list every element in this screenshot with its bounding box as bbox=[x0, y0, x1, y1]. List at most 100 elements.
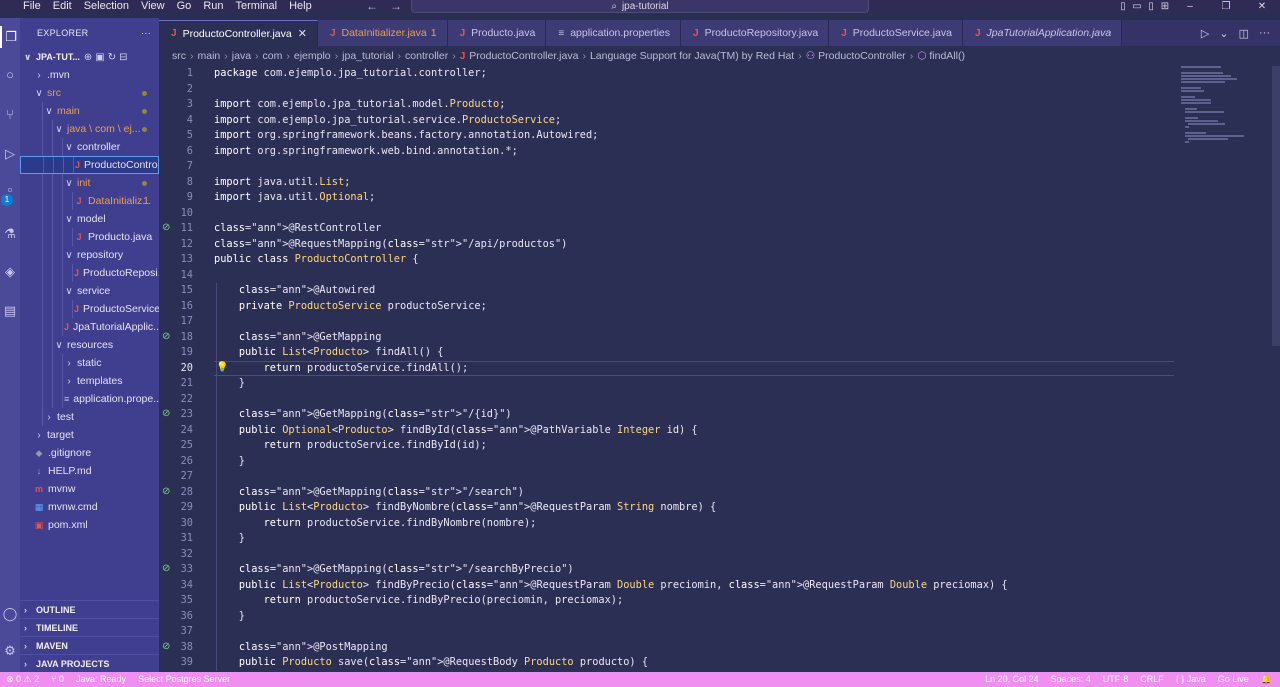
status-item[interactable]: Go Live bbox=[1218, 674, 1249, 685]
explorer-icon[interactable]: ❐ bbox=[0, 26, 20, 48]
refresh-icon[interactable]: ↻ bbox=[108, 52, 119, 63]
source-control-icon[interactable]: ⑂ bbox=[0, 103, 20, 125]
code-line[interactable]: 12 class="ann">@RequestMapping(class="str… bbox=[159, 237, 1280, 253]
folder-item[interactable]: › templates bbox=[20, 372, 159, 390]
folder-item[interactable]: ∨ java \ com \ ej... bbox=[20, 120, 159, 138]
file-item[interactable]: m mvnw bbox=[20, 480, 159, 498]
editor-tab[interactable]: J DataInitializer.java 1 bbox=[317, 20, 448, 46]
chevron-down-icon[interactable]: ⌄ bbox=[1219, 27, 1228, 40]
code-line[interactable]: 36 } bbox=[159, 609, 1280, 625]
accounts-icon[interactable]: ◯ bbox=[0, 603, 20, 625]
docker-icon[interactable]: ◈ bbox=[0, 261, 20, 283]
file-item[interactable]: ◆ .gitignore bbox=[20, 444, 159, 462]
file-item[interactable]: ≡ application.prope... bbox=[20, 390, 159, 408]
section-maven[interactable]: › MAVEN bbox=[20, 636, 159, 654]
folder-item[interactable]: ∨ model bbox=[20, 210, 159, 228]
section-java-projects[interactable]: › JAVA PROJECTS bbox=[20, 654, 159, 672]
split-editor-icon[interactable]: ◫ bbox=[1239, 27, 1249, 40]
menu-item-file[interactable]: File bbox=[17, 0, 47, 13]
folder-item[interactable]: ∨ main bbox=[20, 102, 159, 120]
code-line[interactable]: 19 public List<Producto> findAll() { bbox=[159, 345, 1280, 361]
collapse-all-icon[interactable]: ⊟ bbox=[119, 52, 130, 63]
code-line[interactable]: 3 import com.ejemplo.jpa_tutorial.model.P… bbox=[159, 97, 1280, 113]
breadcrumb-item[interactable]: ProductoController bbox=[818, 50, 906, 62]
close-icon[interactable]: ✕ bbox=[298, 27, 307, 40]
menu-item-edit[interactable]: Edit bbox=[47, 0, 78, 13]
breadcrumb-item[interactable]: com bbox=[263, 50, 283, 62]
file-item[interactable]: JProductoService.... bbox=[20, 300, 159, 318]
status-item[interactable]: Select Postgres Server bbox=[138, 674, 230, 685]
menu-item-terminal[interactable]: Terminal bbox=[230, 0, 284, 13]
menu-item-selection[interactable]: Selection bbox=[78, 0, 135, 13]
folder-item[interactable]: ∨ service bbox=[20, 282, 159, 300]
code-line[interactable]: 17 bbox=[159, 314, 1280, 330]
code-line[interactable]: 7 bbox=[159, 159, 1280, 175]
toggle-sidebar-icon[interactable]: ▯ bbox=[1116, 0, 1130, 13]
code-lens-bean-icon[interactable]: ⊘ bbox=[162, 641, 170, 652]
breadcrumb-item[interactable]: Language Support for Java(TM) by Red Hat bbox=[590, 50, 794, 62]
command-center[interactable]: ⌕ jpa-tutorial bbox=[411, 0, 869, 13]
code-line[interactable]: 20 return productoService.findAll(); bbox=[159, 361, 1280, 377]
run-icon[interactable]: ▷ bbox=[1201, 27, 1209, 40]
code-lens-bean-icon[interactable]: ⊘ bbox=[162, 486, 170, 497]
minimize-button[interactable]: – bbox=[1172, 0, 1208, 13]
search-icon[interactable]: ○ bbox=[0, 63, 20, 85]
code-line[interactable]: 33 class="ann">@GetMapping(class="str">"… bbox=[159, 562, 1280, 578]
section-outline[interactable]: › OUTLINE bbox=[20, 600, 159, 618]
code-line[interactable]: 14 bbox=[159, 268, 1280, 284]
code-line[interactable]: 25 return productoService.findById(id); bbox=[159, 438, 1280, 454]
toggle-secondary-sidebar-icon[interactable]: ▯ bbox=[1144, 0, 1158, 13]
editor-tab[interactable]: ≡ application.properties bbox=[546, 20, 681, 46]
breadcrumb-item[interactable]: jpa_tutorial bbox=[342, 50, 393, 62]
toggle-panel-icon[interactable]: ▭ bbox=[1130, 0, 1144, 13]
file-item[interactable]: J Producto.java bbox=[20, 228, 159, 246]
code-lens-bean-icon[interactable]: ⊘ bbox=[162, 222, 170, 233]
section-timeline[interactable]: › TIMELINE bbox=[20, 618, 159, 636]
folder-item[interactable]: ∨ src bbox=[20, 84, 159, 102]
code-line[interactable]: 29 public List<Producto> findByNombre(cl… bbox=[159, 500, 1280, 516]
code-line[interactable]: 38 class="ann">@PostMapping bbox=[159, 640, 1280, 656]
code-line[interactable]: 11 class="ann">@RestController bbox=[159, 221, 1280, 237]
breadcrumb-item[interactable]: main bbox=[198, 50, 221, 62]
editor-tab[interactable]: J Producto.java bbox=[447, 20, 547, 46]
code-line[interactable]: 1 package com.ejemplo.jpa_tutorial.contro… bbox=[159, 66, 1280, 82]
folder-item[interactable]: › test bbox=[20, 408, 159, 426]
run-debug-icon[interactable]: ▷ bbox=[0, 143, 20, 165]
code-line[interactable]: 15 class="ann">@Autowired bbox=[159, 283, 1280, 299]
status-item[interactable]: 🔔 bbox=[1261, 674, 1272, 685]
lightbulb-icon[interactable]: 💡 bbox=[216, 362, 228, 373]
code-line[interactable]: 13 public class ProductoController { bbox=[159, 252, 1280, 268]
menu-item-view[interactable]: View bbox=[135, 0, 171, 13]
close-window-button[interactable]: ✕ bbox=[1244, 0, 1280, 13]
code-line[interactable]: 2 bbox=[159, 82, 1280, 98]
code-line[interactable]: 35 return productoService.findByPrecio(p… bbox=[159, 593, 1280, 609]
file-item[interactable]: J ProductoContro... bbox=[20, 156, 159, 174]
breadcrumb-item[interactable]: controller bbox=[405, 50, 448, 62]
folder-item[interactable]: ∨ init bbox=[20, 174, 159, 192]
status-item[interactable]: UTF-8 bbox=[1103, 674, 1129, 685]
breadcrumb-item[interactable]: ProductoController.java bbox=[469, 50, 578, 62]
status-item[interactable]: ⊗ 0 ⚠ 2 bbox=[6, 674, 39, 685]
restore-button[interactable]: ❐ bbox=[1208, 0, 1244, 13]
breadcrumb-item[interactable]: java bbox=[232, 50, 251, 62]
code-line[interactable]: 37 bbox=[159, 624, 1280, 640]
code-line[interactable]: 6 import org.springframework.web.bind.ann… bbox=[159, 144, 1280, 160]
status-item[interactable]: ⑂ 0 bbox=[51, 674, 64, 685]
back-arrow-icon[interactable]: ← bbox=[366, 0, 378, 12]
breadcrumb-item[interactable]: ejemplo bbox=[294, 50, 331, 62]
editor-tab[interactable]: J ProductoController.java ✕ bbox=[159, 20, 318, 46]
code-lens-bean-icon[interactable]: ⊘ bbox=[162, 408, 170, 419]
folder-item[interactable]: › .mvn bbox=[20, 66, 159, 84]
folder-item[interactable]: ∨ controller bbox=[20, 138, 159, 156]
menu-item-run[interactable]: Run bbox=[197, 0, 229, 13]
folder-item[interactable]: › static bbox=[20, 354, 159, 372]
code-line[interactable]: 10 bbox=[159, 206, 1280, 222]
more-actions-icon[interactable]: ··· bbox=[141, 28, 151, 38]
status-item[interactable]: Spaces: 4 bbox=[1051, 674, 1091, 685]
file-item[interactable]: ▣ pom.xml bbox=[20, 516, 159, 534]
code-line[interactable]: 18 class="ann">@GetMapping bbox=[159, 330, 1280, 346]
code-line[interactable]: 23 class="ann">@GetMapping(class="str">"… bbox=[159, 407, 1280, 423]
new-file-icon[interactable]: ⊕ bbox=[84, 52, 95, 63]
code-line[interactable]: 31 } bbox=[159, 531, 1280, 547]
project-section-header[interactable]: ∨ JPA-TUT... ⊕▣↻⊟ bbox=[20, 48, 159, 66]
